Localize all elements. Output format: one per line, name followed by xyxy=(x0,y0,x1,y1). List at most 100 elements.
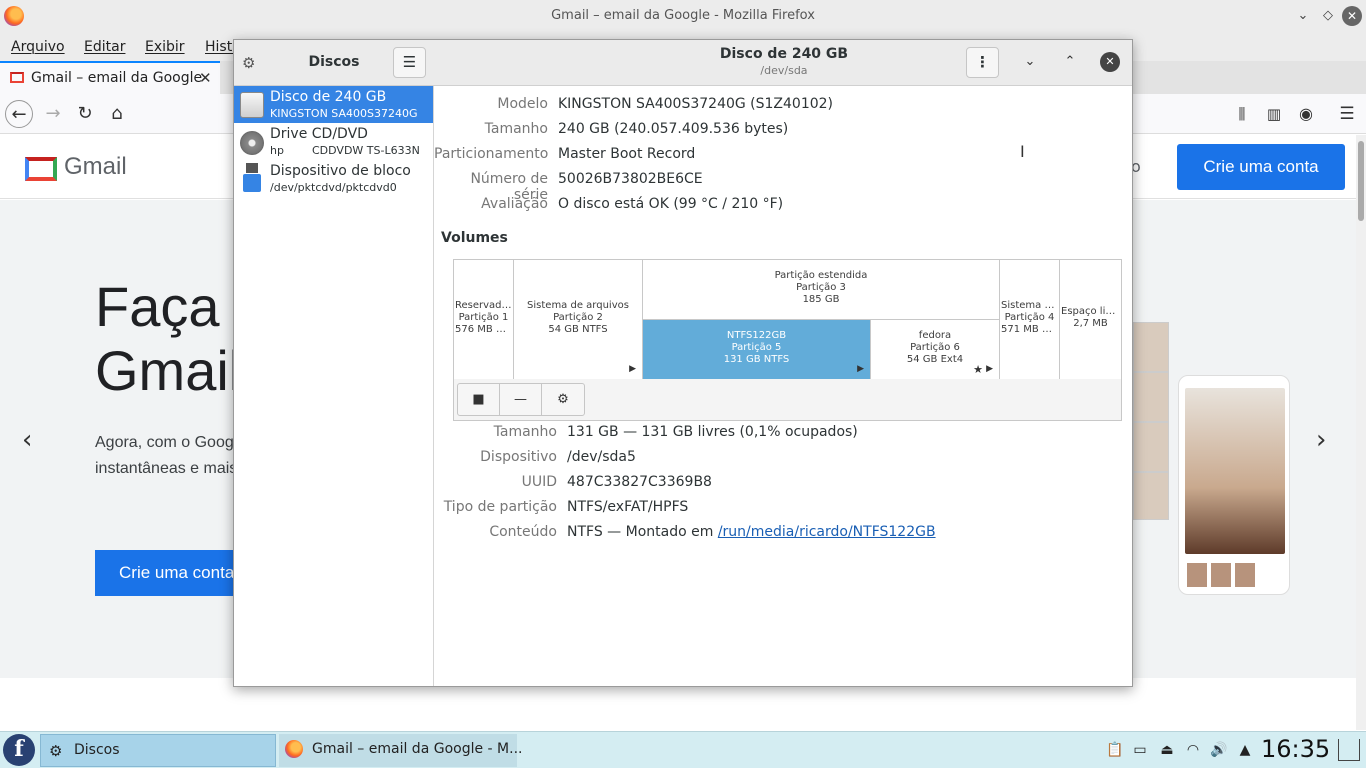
close-icon[interactable]: ✕ xyxy=(1342,6,1362,26)
vol-label-uuid: UUID xyxy=(521,474,557,490)
device-item-block-device[interactable]: Dispositivo de bloco /dev/pktcdvd/pktcdv… xyxy=(234,160,433,197)
close-icon[interactable]: ✕ xyxy=(1100,52,1120,72)
create-account-button[interactable]: Crie uma conta xyxy=(1177,144,1345,190)
partition-1[interactable]: Reservado... Partição 1 576 MB NT... xyxy=(454,260,514,379)
free-space[interactable]: Espaço livre 2,7 MB xyxy=(1060,260,1121,379)
partition-size: 131 GB NTFS xyxy=(723,354,790,365)
wifi-icon[interactable]: ◠ xyxy=(1184,741,1202,759)
partition-play-icon: ▶ xyxy=(857,364,864,374)
vol-value-device: /dev/sda5 xyxy=(567,449,636,465)
menu-editar[interactable]: Editar xyxy=(84,39,125,55)
carousel-prev-icon[interactable]: ‹ xyxy=(22,425,32,455)
tab-title: Gmail – email da Google xyxy=(31,70,203,86)
partition-3-extended[interactable]: Partição estendida Partição 3 185 GB xyxy=(643,260,1000,320)
device-model: CDDVDW TS-L633N xyxy=(312,144,420,157)
device-item-240gb-disk[interactable]: Disco de 240 GB KINGSTON SA400S37240G xyxy=(234,86,433,123)
device-item-cd-dvd[interactable]: Drive CD/DVD hp CDDVDW TS-L633N xyxy=(234,123,433,160)
maximize-icon[interactable]: ◇ xyxy=(1318,6,1338,26)
app-menu-icon[interactable]: ☰ xyxy=(1333,100,1361,128)
battery-icon[interactable]: ▭ xyxy=(1131,741,1149,759)
task-label: Gmail – email da Google - M... xyxy=(312,741,523,757)
vol-value-uuid: 487C33827C3369B8 xyxy=(567,474,712,490)
device-subtitle: /dev/pktcdvd/pktcdvd0 xyxy=(270,181,397,194)
video-call-image xyxy=(1185,388,1285,554)
prop-value-partitioning: Master Boot Record xyxy=(558,146,696,162)
prop-value-assessment: O disco está OK (99 °C / 210 °F) xyxy=(558,196,784,212)
partition-play-icon: ▶ xyxy=(986,364,993,374)
disk-header: Disco de 240 GB /dev/sda ⋮ ⌄ ⌃ ✕ xyxy=(434,40,1132,86)
partition-label: Espaço livre xyxy=(1061,306,1121,317)
participant-thumb xyxy=(1187,563,1207,587)
vol-label-size: Tamanho xyxy=(493,424,557,440)
partition-size: 571 MB NT... xyxy=(1001,324,1059,335)
back-icon[interactable]: ← xyxy=(5,100,33,128)
partition-number: Partição 1 xyxy=(458,312,509,323)
reload-icon[interactable]: ↻ xyxy=(71,100,99,128)
show-desktop-icon[interactable] xyxy=(1338,739,1360,761)
forward-icon[interactable]: → xyxy=(39,100,67,128)
disks-window: ⚙ Discos ☰ Disco de 240 GB KINGSTON SA40… xyxy=(233,39,1133,687)
volumes-map: Reservado... Partição 1 576 MB NT... Sis… xyxy=(453,259,1122,421)
hamburger-menu-button[interactable]: ☰ xyxy=(393,47,426,78)
stop-icon[interactable]: ■ xyxy=(458,384,500,415)
sidebar-toggle-icon[interactable]: ▥ xyxy=(1260,100,1288,128)
usb-device-icon[interactable]: ⏏ xyxy=(1158,741,1176,759)
fedora-start-icon[interactable]: f xyxy=(3,734,35,766)
firefox-titlebar: Gmail – email da Google - Mozilla Firefo… xyxy=(0,0,1366,33)
menu-arquivo[interactable]: Arquivo xyxy=(11,39,65,55)
partition-number: Partição 5 xyxy=(731,342,782,353)
gmail-logo-icon xyxy=(25,157,57,181)
scrollbar-thumb[interactable] xyxy=(1358,141,1364,221)
partition-2[interactable]: Sistema de arquivos Partição 2 54 GB NTF… xyxy=(514,260,643,379)
device-name: Dispositivo de bloco xyxy=(270,163,411,179)
tab-gmail[interactable]: Gmail – email da Google ✕ xyxy=(0,61,220,94)
partition-number: Partição 2 xyxy=(553,312,603,323)
partition-size: 576 MB NT... xyxy=(455,324,513,335)
task-button-firefox[interactable]: Gmail – email da Google - M... xyxy=(279,734,522,767)
home-icon[interactable]: ⌂ xyxy=(103,100,131,128)
video-tile xyxy=(1133,472,1169,520)
partition-star-icon: ★ xyxy=(973,363,983,376)
partition-4[interactable]: Sistema d... Partição 4 571 MB NT... xyxy=(1000,260,1060,379)
partition-options-icon[interactable]: ⚙ xyxy=(542,384,584,415)
task-label: Discos xyxy=(74,742,120,758)
tab-close-icon[interactable]: ✕ xyxy=(199,69,212,87)
device-name: Drive CD/DVD xyxy=(270,126,368,142)
partition-5[interactable]: NTFS122GB Partição 5 131 GB NTFS ▶ xyxy=(643,320,871,379)
device-name: Disco de 240 GB xyxy=(270,89,387,105)
optical-drive-icon xyxy=(240,131,264,155)
content-prefix: NTFS — Montado em xyxy=(567,524,718,540)
firefox-logo-icon xyxy=(285,740,303,758)
vol-value-content: NTFS — Montado em /run/media/ricardo/NTF… xyxy=(567,524,936,540)
maximize-icon[interactable]: ⌃ xyxy=(1060,52,1080,72)
page-scrollbar[interactable] xyxy=(1356,135,1366,730)
disk-options-button[interactable]: ⋮ xyxy=(966,47,999,78)
text-cursor-icon: I xyxy=(1020,143,1025,161)
volume-icon[interactable]: 🔊 xyxy=(1210,741,1228,759)
partition-6[interactable]: fedora Partição 6 54 GB Ext4 ★ ▶ xyxy=(871,320,1000,379)
partition-label: NTFS122GB xyxy=(726,330,787,341)
device-subtitle: hp xyxy=(270,144,284,157)
partition-number: Partição 4 xyxy=(1004,312,1055,323)
minimize-icon[interactable]: ⌄ xyxy=(1020,52,1040,72)
prop-value-serial: 50026B73802BE6CE xyxy=(558,171,703,187)
tray-expand-icon[interactable]: ▲ xyxy=(1236,741,1254,759)
remove-partition-icon[interactable]: — xyxy=(500,384,542,415)
carousel-next-icon[interactable]: › xyxy=(1316,425,1326,455)
video-call-card xyxy=(1178,375,1290,595)
minimize-icon[interactable]: ⌄ xyxy=(1293,6,1313,26)
clock[interactable]: 16:35 xyxy=(1261,735,1330,763)
prop-label-size: Tamanho xyxy=(484,121,548,137)
task-button-disks[interactable]: ⚙ Discos xyxy=(40,734,276,767)
mount-point-link[interactable]: /run/media/ricardo/NTFS122GB xyxy=(718,524,936,540)
library-icon[interactable]: ⫼ xyxy=(1228,100,1256,128)
partition-size: 185 GB xyxy=(802,294,840,305)
partition-label: Partição estendida xyxy=(774,270,868,281)
hard-disk-icon xyxy=(240,92,264,118)
vol-value-partition-type: NTFS/exFAT/HPFS xyxy=(567,499,689,515)
clipboard-icon[interactable]: 📋 xyxy=(1106,741,1124,759)
account-icon[interactable]: ◉ xyxy=(1292,100,1320,128)
disks-sidebar: ⚙ Discos ☰ Disco de 240 GB KINGSTON SA40… xyxy=(234,40,434,686)
partition-label: Sistema d... xyxy=(1001,300,1059,311)
menu-exibir[interactable]: Exibir xyxy=(145,39,185,55)
